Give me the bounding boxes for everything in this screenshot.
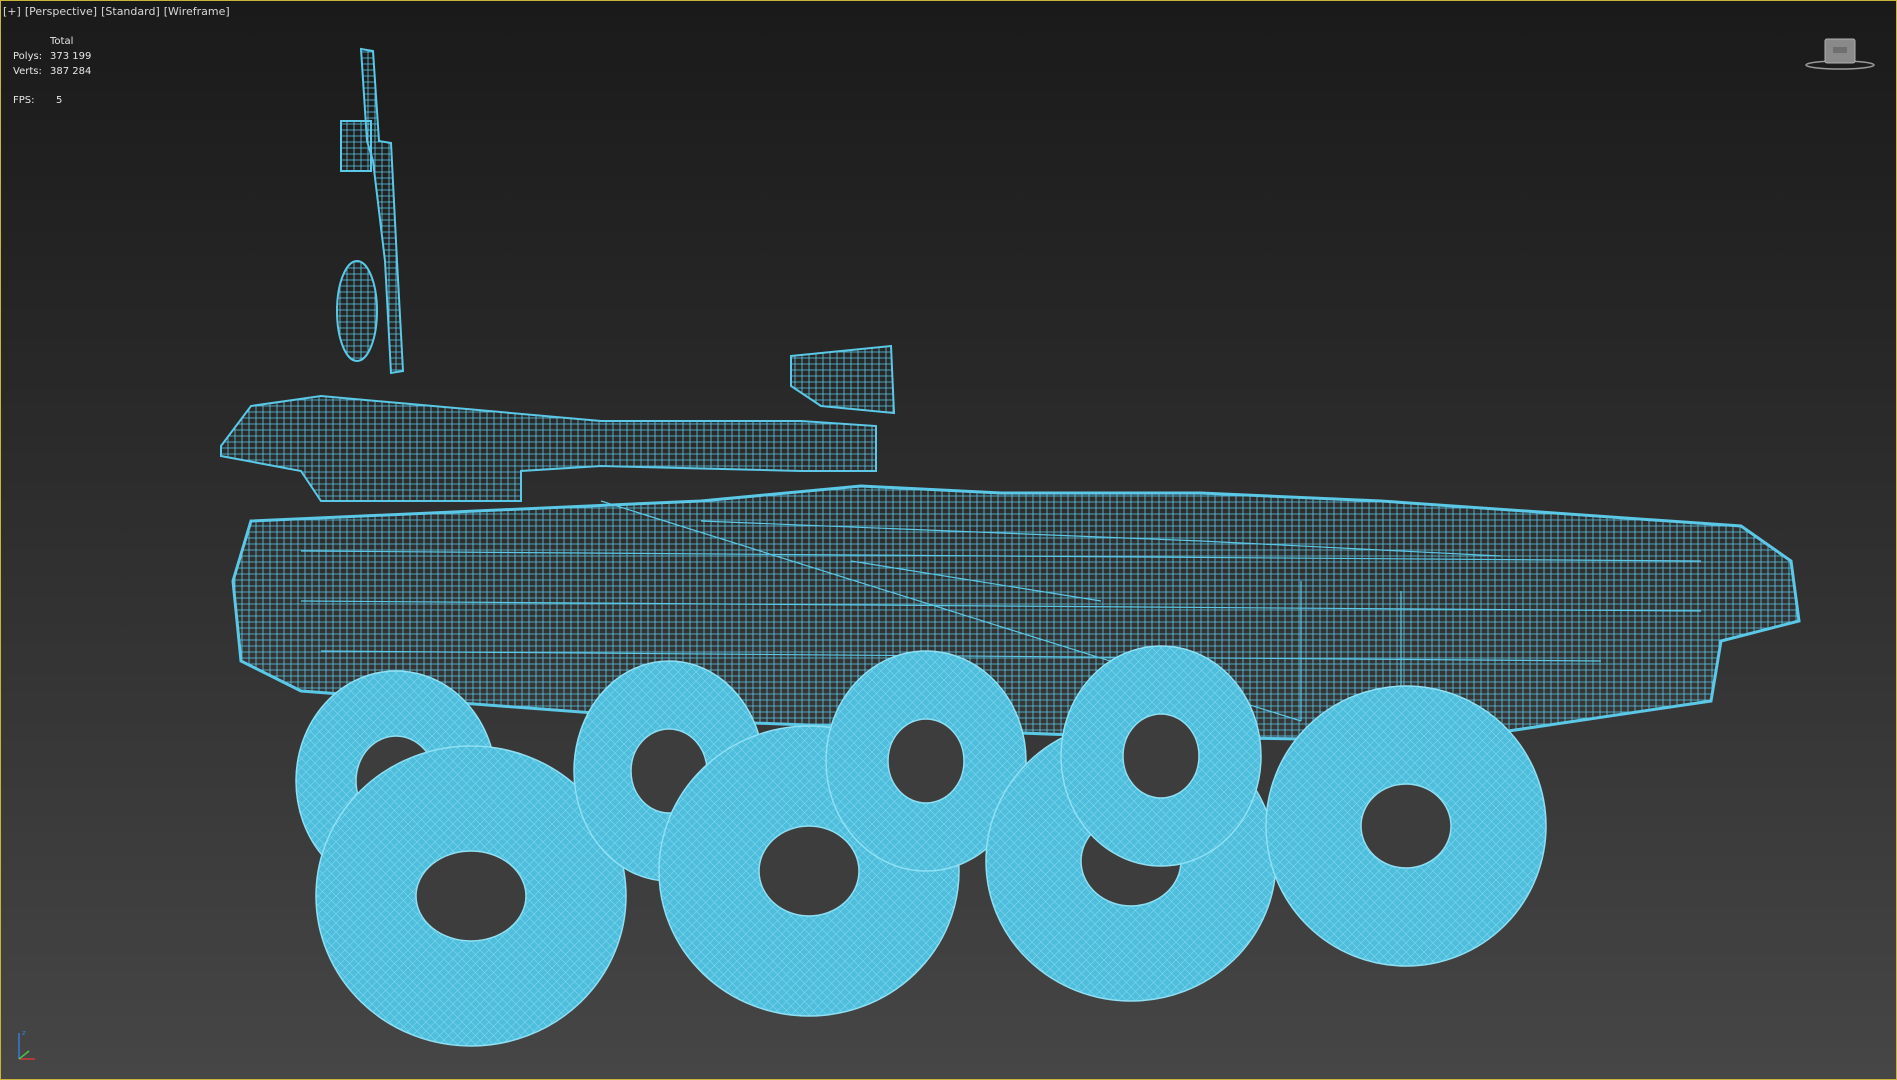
svg-text:z: z	[22, 1029, 26, 1037]
perspective-viewport[interactable]: [+] [Perspective] [Standard] [Wireframe] To…	[0, 0, 1897, 1080]
axis-gizmo-icon: z	[18, 1029, 35, 1060]
wireframe-vehicle-model[interactable]	[1, 1, 1896, 1079]
viewcube-icon[interactable]	[1802, 35, 1880, 75]
